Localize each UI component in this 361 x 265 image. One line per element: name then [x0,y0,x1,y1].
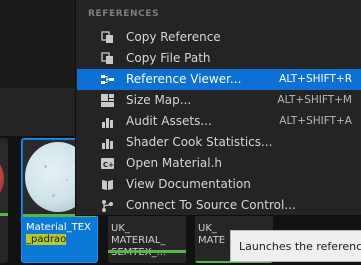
source-control-icon [101,199,114,212]
menu-item-copy-reference[interactable]: Copy Reference [77,27,361,48]
asset-name: UK_ MATE [198,223,225,247]
asset-name: Material_TEX _padrao [26,222,96,246]
asset-name: UK_ MATERIAL_ SEMTEX_... [111,223,166,259]
menu-item-open-material-h[interactable]: C++ Open Material.h [77,153,361,174]
texture-speck [66,179,68,181]
menu-item-label: Audit Assets... [126,114,212,128]
menu-section-header: REFERENCES [88,9,160,19]
menu-item-label: View Documentation [126,177,251,191]
asset-tile-partial[interactable] [0,138,8,263]
menu-item-copy-file-path[interactable]: Copy File Path [77,48,361,69]
tooltip: Launches the reference [230,230,361,262]
copy-icon [101,31,114,44]
menu-item-view-documentation[interactable]: View Documentation [77,174,361,195]
tooltip-text: Launches the reference [239,240,361,253]
statistics-icon [101,136,114,149]
menu-item-label: Shader Cook Statistics... [126,135,273,149]
asset-name-line1: UK_ [198,223,217,234]
book-icon [101,178,114,191]
audit-icon [101,115,114,128]
menu-item-label: Copy File Path [126,51,211,65]
menu-item-size-map[interactable]: Size Map... ALT+SHIFT+M [77,90,361,111]
copy-path-icon [101,52,114,65]
asset-type-bar [0,213,8,216]
menu-item-connect-source-control[interactable]: Connect To Source Control... [77,195,361,216]
asset-name-line2: MATE [198,235,226,246]
menu-item-label: Reference Viewer... [126,72,242,86]
asset-name-line2: MATERIAL_ [111,235,166,246]
asset-name-part1: Material_TEX [26,222,91,233]
menu-item-shortcut: ALT+SHIFT+R [279,73,352,85]
reference-viewer-icon [101,73,114,86]
menu-item-shortcut: ALT+SHIFT+M [277,94,352,106]
texture-speck [44,165,47,168]
asset-name-line1: UK_ [111,223,130,234]
menu-item-label: Open Material.h [126,156,223,170]
asset-name-search-highlight: _padrao [26,234,67,245]
size-map-icon [101,94,114,107]
menu-item-label: Copy Reference [126,30,221,44]
content-panel-background [0,0,75,88]
svg-text:C++: C++ [103,161,114,169]
toolbar-strip [0,88,75,98]
asset-type-bar [108,250,186,253]
menu-item-audit-assets[interactable]: Audit Assets... ALT+SHIFT+A [77,111,361,132]
menu-item-shortcut: ALT+SHIFT+A [279,115,352,127]
source-file-icon: C++ [101,157,120,170]
menu-item-reference-viewer[interactable]: Reference Viewer... ALT+SHIFT+R [77,69,361,90]
texture-speck [52,194,55,197]
context-menu: REFERENCES Copy Reference Copy File Path… [75,0,361,216]
menu-item-label: Size Map... [126,93,192,107]
menu-item-label: Connect To Source Control... [126,198,296,212]
menu-item-shader-cook-statistics[interactable]: Shader Cook Statistics... [77,132,361,153]
